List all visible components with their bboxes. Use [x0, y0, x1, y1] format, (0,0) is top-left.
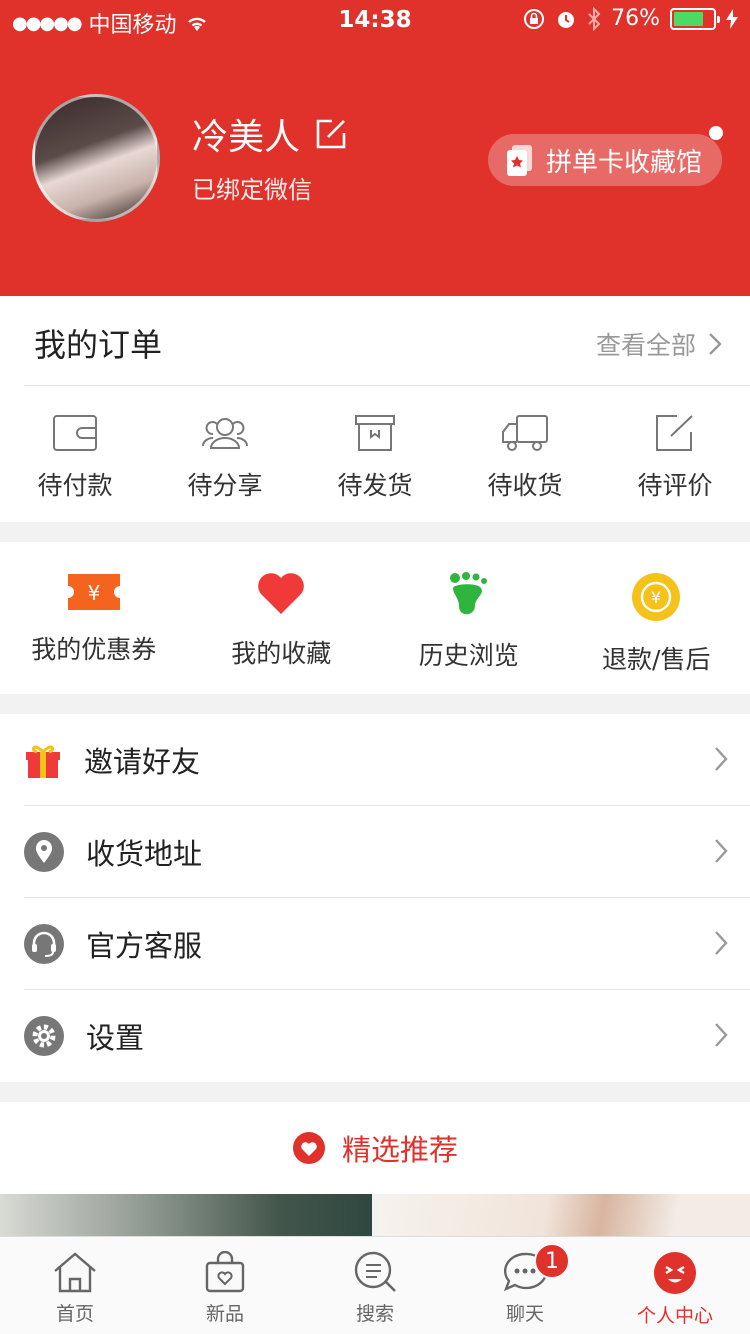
menu-customer-service[interactable]: 官方客服 [24, 898, 750, 990]
tab-label: 新品 [205, 1303, 244, 1325]
profile-header: ●●●●● 中国移动 14:38 76% 冷美人 已绑定微信 拼单卡收藏馆 [0, 0, 750, 296]
chevron-right-icon [709, 333, 722, 355]
username[interactable]: 冷美人 [192, 108, 348, 160]
chevron-right-icon [715, 747, 728, 771]
order-item-label: 待付款 [37, 471, 113, 500]
charging-icon [726, 8, 738, 29]
wallet-icon [53, 415, 97, 451]
card-collection-button[interactable]: 拼单卡收藏馆 [488, 134, 722, 186]
product-image[interactable] [0, 1194, 372, 1236]
footprint-icon [449, 572, 487, 615]
coupon-icon: ¥ [67, 574, 120, 610]
profile-icon [654, 1252, 696, 1294]
quick-link-label: 我的收藏 [231, 639, 332, 668]
tab-chat[interactable]: 聊天 1 [450, 1237, 600, 1334]
tab-new[interactable]: 新品 [150, 1237, 300, 1334]
search-icon [354, 1251, 396, 1292]
battery-percent: 76% [611, 6, 660, 31]
my-favorites[interactable]: 我的收藏 [188, 542, 376, 694]
order-item-label: 待分享 [187, 471, 263, 500]
bluetooth-icon [588, 6, 601, 31]
my-coupons[interactable]: ¥ 我的优惠券 [0, 542, 188, 694]
gift-icon [26, 745, 60, 778]
chevron-right-icon [715, 1023, 728, 1047]
username-text: 冷美人 [192, 117, 301, 158]
menu-label: 官方客服 [86, 928, 203, 963]
refund-icon: ¥ [632, 573, 681, 621]
chevron-right-icon [715, 931, 728, 955]
settings-menu: 邀请好友 收货地址 官方客服 设置 [0, 714, 750, 1082]
tab-label: 聊天 [505, 1303, 544, 1325]
order-pending-payment[interactable]: 待付款 [0, 386, 150, 522]
menu-label: 收货地址 [86, 836, 203, 871]
edit-name-icon[interactable] [314, 117, 348, 151]
avatar[interactable] [32, 94, 160, 222]
truck-icon [502, 415, 548, 451]
svg-text:¥: ¥ [87, 581, 100, 605]
view-all-label: 查看全部 [595, 331, 696, 360]
order-item-label: 待发货 [337, 471, 413, 500]
order-item-label: 待评价 [637, 471, 713, 500]
product-image[interactable] [378, 1194, 750, 1236]
refund-aftersale[interactable]: ¥ 退款/售后 [563, 542, 750, 694]
tab-label: 首页 [55, 1303, 94, 1325]
users-icon [202, 418, 248, 449]
rotation-lock-icon [524, 8, 545, 29]
heart-icon [258, 573, 305, 614]
view-all-orders-link[interactable]: 查看全部 [596, 326, 722, 362]
battery-icon [670, 7, 720, 30]
svg-text:¥: ¥ [651, 588, 661, 607]
tab-label: 搜索 [355, 1303, 394, 1325]
order-pending-share[interactable]: 待分享 [150, 386, 300, 522]
menu-label: 邀请好友 [84, 744, 201, 779]
heart-badge-icon [292, 1132, 325, 1164]
tab-home[interactable]: 首页 [0, 1237, 150, 1334]
location-icon [24, 831, 64, 872]
unread-badge: 1 [534, 1243, 570, 1279]
box-icon [355, 415, 395, 451]
order-pending-review[interactable]: 待评价 [600, 386, 750, 522]
browsing-history[interactable]: 历史浏览 [375, 542, 563, 694]
recommend-title: 精选推荐 [341, 1133, 458, 1167]
quick-link-label: 我的优惠券 [31, 635, 157, 664]
status-bar: ●●●●● 中国移动 14:38 76% [0, 0, 750, 40]
bag-icon [205, 1251, 245, 1293]
recommend-header: 精选推荐 [0, 1102, 750, 1194]
menu-label: 设置 [86, 1021, 145, 1055]
quick-links: ¥ 我的优惠券 我的收藏 历史浏览 ¥ 退款/售后 [0, 542, 750, 694]
home-icon [54, 1252, 96, 1293]
notification-dot [709, 126, 723, 140]
orders-header: 我的订单 查看全部 [24, 296, 750, 386]
tab-bar: 首页 新品 搜索 聊天 1 个人中心 [0, 1236, 750, 1334]
tab-search[interactable]: 搜索 [300, 1237, 450, 1334]
quick-link-label: 历史浏览 [418, 641, 519, 670]
chevron-right-icon [715, 839, 728, 863]
tab-label: 个人中心 [636, 1305, 713, 1327]
card-collection-icon [507, 145, 532, 176]
order-pending-shipment[interactable]: 待发货 [300, 386, 450, 522]
menu-invite-friends[interactable]: 邀请好友 [24, 714, 750, 806]
edit-icon [656, 415, 693, 451]
gear-icon [24, 1016, 64, 1056]
order-pending-receipt[interactable]: 待收货 [450, 386, 600, 522]
order-item-label: 待收货 [487, 471, 563, 500]
quick-link-label: 退款/售后 [602, 645, 711, 674]
orders-title: 我的订单 [34, 326, 163, 364]
wechat-bound-status: 已绑定微信 [192, 176, 312, 204]
orders-section: 我的订单 查看全部 待付款 待分享 待发货 待收货 待评价 [0, 296, 750, 522]
alarm-icon [558, 11, 575, 28]
headset-icon [24, 923, 64, 964]
menu-shipping-address[interactable]: 收货地址 [24, 806, 750, 898]
card-collection-label: 拼单卡收藏馆 [546, 147, 703, 178]
tab-profile[interactable]: 个人中心 [600, 1237, 750, 1334]
menu-settings[interactable]: 设置 [24, 990, 750, 1082]
